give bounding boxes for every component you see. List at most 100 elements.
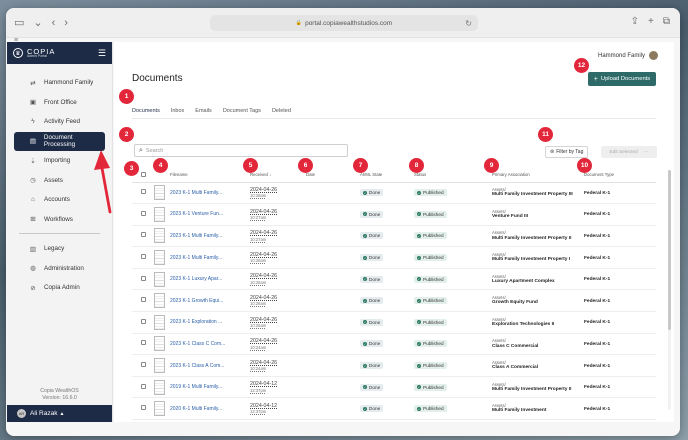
table-row[interactable]: 2023 K-1 Multi Family... 2024-04-26 10:28a… (132, 182, 656, 205)
received-time: 10:26am (250, 258, 267, 264)
association-name[interactable]: Exploration Technologies II (492, 322, 584, 328)
edit-selected-button[interactable]: Edit Selected ⋯ (601, 146, 657, 158)
url-text: portal.copiawealthstudios.com (305, 19, 393, 27)
scrollbar[interactable] (668, 170, 671, 410)
share-icon[interactable]: ⇪ (631, 16, 639, 27)
account-switcher[interactable]: Hammond Family (598, 51, 658, 60)
row-checkbox[interactable] (141, 232, 146, 238)
sidebar-item-assets[interactable]: ◷ Assets (14, 171, 105, 191)
sidebar-item-workflows[interactable]: ⊞ Workflows (14, 210, 105, 230)
association-name[interactable]: Class C Commercial (492, 344, 584, 350)
select-all-checkbox[interactable] (141, 171, 146, 177)
association-name[interactable]: Multi Family Investment Property III (492, 192, 584, 198)
sidebar-item-document-processing[interactable]: ▤ Document Processing (14, 131, 105, 151)
association-name[interactable]: Multi Family Investment Property II (492, 387, 584, 393)
sidebar-item-activity-feed[interactable]: ϟ Activity Feed (14, 112, 105, 132)
row-checkbox[interactable] (141, 275, 146, 281)
table-row[interactable]: 2023 K-1 Multi Family... 2024-04-26 10:27a… (132, 225, 656, 248)
association-name[interactable]: Class A Commercial (492, 365, 584, 371)
table-row[interactable]: 2023 K-1 Venture Fun... 2024-04-26 10:27am… (132, 203, 656, 226)
table-row[interactable]: 2023 K-1 Multi Family... 2024-04-26 10:26a… (132, 246, 656, 269)
col-document-type[interactable]: Document Type (584, 168, 656, 183)
reload-icon[interactable]: ↻ (465, 19, 472, 28)
document-thumbnail[interactable] (154, 228, 165, 244)
filename-link[interactable]: 2023 K-1 Class A Com... (170, 363, 224, 369)
col-received[interactable]: Received ↓ (250, 168, 306, 183)
user-menu[interactable]: AR Ali Razak ▲ (7, 405, 112, 422)
row-checkbox[interactable] (141, 297, 146, 303)
filename-link[interactable]: 2023 K-1 Growth Equi... (170, 298, 223, 304)
sidebar-item-legacy[interactable]: ▥ Legacy (14, 239, 105, 259)
new-tab-icon[interactable]: + (648, 16, 654, 27)
row-checkbox[interactable] (141, 254, 146, 260)
table-row[interactable]: 2023 K-1 Exploration ... 2024-04-26 10:25a… (132, 311, 656, 334)
row-checkbox[interactable] (141, 340, 146, 346)
sidebar-item-front-office[interactable]: ▣ Front Office (14, 93, 105, 113)
address-bar[interactable]: 🔒 portal.copiawealthstudios.com ↻ (210, 15, 478, 31)
document-thumbnail[interactable] (154, 250, 165, 266)
association-name[interactable]: Venture Fund III (492, 214, 584, 220)
row-checkbox[interactable] (141, 383, 146, 389)
sidebar-toggle-icon[interactable]: ▭ (14, 16, 24, 29)
sidebar-item-hammond-family[interactable]: ⇄ Hammond Family (14, 73, 105, 93)
scrollbar-thumb[interactable] (668, 170, 671, 330)
col-aiml-state[interactable]: AI/ML State (360, 168, 414, 183)
row-checkbox[interactable] (141, 318, 146, 324)
status-badge: ✓ Published (414, 210, 447, 218)
association-name[interactable]: Multi Family Investment (492, 408, 584, 414)
document-thumbnail[interactable] (154, 379, 165, 395)
col-filename[interactable]: Filename (170, 168, 250, 183)
document-thumbnail[interactable] (154, 293, 165, 309)
col-date[interactable]: Date (306, 168, 360, 183)
association-name[interactable]: Multi Family Investment Property I (492, 257, 584, 263)
filename-link[interactable]: 2020 K-1 Multi Family... (170, 406, 222, 412)
lock-icon: 🔒 (295, 20, 303, 26)
table-row[interactable]: 2019 K-1 Multi Family... 2024-04-12 12:37p… (132, 376, 656, 399)
check-icon: ✓ (417, 320, 421, 325)
filename-link[interactable]: 2023 K-1 Luxury Apar... (170, 276, 222, 282)
upload-documents-button[interactable]: + Upload Documents (588, 72, 656, 86)
table-row[interactable]: 2020 K-1 Multi Family... 2024-04-12 12:37p… (132, 397, 656, 421)
association-name[interactable]: Multi Family Investment Property II (492, 236, 584, 242)
filename-link[interactable]: 2023 K-1 Exploration ... (170, 319, 222, 325)
filename-link[interactable]: 2023 K-1 Venture Fun... (170, 211, 223, 217)
table-row[interactable]: 2023 K-1 Class C Com... 2024-04-26 10:24am… (132, 333, 656, 356)
filename-link[interactable]: 2023 K-1 Multi Family... (170, 255, 222, 261)
filename-link[interactable]: 2023 K-1 Multi Family... (170, 233, 222, 239)
sidebar-item-copia-admin[interactable]: ⊘ Copia Admin (14, 278, 105, 298)
document-thumbnail[interactable] (154, 271, 165, 287)
sidebar-item-administration[interactable]: ◍ Administration (14, 259, 105, 279)
document-thumbnail[interactable] (154, 336, 165, 352)
sidebar-divider (19, 233, 100, 234)
row-checkbox[interactable] (141, 210, 146, 216)
filter-by-tag-button[interactable]: ⊜ Filter by Tag (545, 146, 589, 158)
table-row[interactable]: 2023 K-1 Luxury Apar... 2024-04-26 10:26am… (132, 268, 656, 291)
back-icon[interactable]: ‹ (52, 17, 56, 29)
search-input[interactable] (145, 147, 336, 154)
workflow-icon: ⊞ (30, 216, 36, 224)
association-name[interactable]: Growth Equity Fund (492, 300, 584, 306)
row-checkbox[interactable] (141, 362, 146, 368)
document-thumbnail[interactable] (154, 358, 165, 374)
table-row[interactable]: 2023 K-1 Class A Com... 2024-04-26 10:24am… (132, 354, 656, 377)
tabs-overview-icon[interactable]: ⧉ (663, 16, 670, 27)
association-name[interactable]: Luxury Apartment Complex (492, 279, 584, 285)
document-thumbnail[interactable] (154, 314, 165, 330)
filename-link[interactable]: 2023 K-1 Class C Com... (170, 341, 225, 347)
chevron-down-icon[interactable]: ⌄ (33, 16, 42, 29)
filename-link[interactable]: 2019 K-1 Multi Family... (170, 384, 222, 390)
forward-icon[interactable]: › (64, 17, 68, 29)
document-thumbnail[interactable] (154, 206, 165, 222)
collapse-menu-icon[interactable]: ☰ (98, 48, 106, 59)
table-row[interactable]: 2023 K-1 Growth Equi... 2024-04-26 10:26am… (132, 289, 656, 313)
sidebar-item-importing[interactable]: ⇣ Importing (14, 151, 105, 171)
row-checkbox[interactable] (141, 405, 146, 411)
sidebar-item-accounts[interactable]: ⌂ Accounts (14, 190, 105, 210)
received-time: 10:24am (250, 366, 267, 372)
col-status[interactable]: Status (414, 168, 492, 183)
filename-link[interactable]: 2023 K-1 Multi Family... (170, 190, 222, 196)
document-thumbnail[interactable] (154, 401, 165, 417)
col-primary-association[interactable]: Primary Association (492, 168, 584, 183)
row-checkbox[interactable] (141, 189, 146, 195)
document-thumbnail[interactable] (154, 185, 165, 201)
